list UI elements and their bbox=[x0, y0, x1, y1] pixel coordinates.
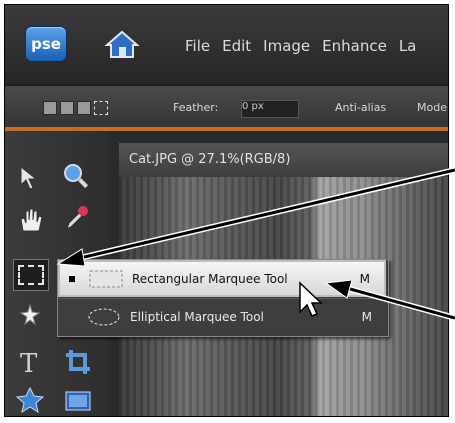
rectangular-marquee-icon[interactable] bbox=[13, 259, 49, 291]
type-icon[interactable]: T bbox=[17, 347, 47, 379]
shape-icon[interactable] bbox=[15, 385, 45, 415]
hand-icon[interactable] bbox=[15, 205, 45, 235]
screen-icon[interactable] bbox=[63, 387, 93, 416]
menu-image[interactable]: Image bbox=[263, 37, 310, 55]
eyedropper-icon[interactable] bbox=[61, 203, 91, 233]
elliptical-marquee-icon bbox=[86, 306, 122, 328]
home-icon[interactable] bbox=[104, 28, 140, 60]
main-menu: File Edit Image Enhance La bbox=[185, 37, 416, 55]
flyout-item-shortcut: M bbox=[361, 310, 372, 324]
new-selection-icon[interactable] bbox=[43, 101, 57, 115]
app-logo[interactable]: pse bbox=[26, 27, 66, 61]
menu-file[interactable]: File bbox=[185, 37, 210, 55]
svg-text:T: T bbox=[20, 349, 38, 377]
menu-enhance[interactable]: Enhance bbox=[322, 37, 387, 55]
marquee-flyout-menu: Rectangular Marquee Tool M Elliptical Ma… bbox=[57, 259, 389, 337]
flyout-item-label: Elliptical Marquee Tool bbox=[130, 310, 264, 324]
logo-text: pse bbox=[31, 35, 61, 53]
antialias-checkbox-label[interactable]: Anti-alias bbox=[335, 101, 386, 114]
feather-value: 0 px bbox=[242, 101, 264, 112]
mode-label[interactable]: Mode bbox=[417, 101, 447, 114]
add-selection-icon[interactable] bbox=[60, 101, 74, 115]
zoom-icon[interactable] bbox=[61, 161, 91, 191]
move-icon[interactable] bbox=[15, 163, 45, 193]
flyout-item-label: Rectangular Marquee Tool bbox=[132, 271, 288, 286]
subtract-selection-icon[interactable] bbox=[77, 101, 91, 115]
menu-layer[interactable]: La bbox=[399, 37, 417, 55]
feather-field[interactable]: 0 px bbox=[241, 100, 299, 118]
flyout-item-rectangular-marquee[interactable]: Rectangular Marquee Tool M bbox=[58, 260, 386, 297]
selection-mode-buttons bbox=[43, 101, 108, 115]
menu-bar: pse File Edit Image Enhance La bbox=[5, 5, 448, 85]
options-bar: Feather: 0 px Anti-alias Mode bbox=[5, 85, 448, 128]
magic-wand-icon[interactable] bbox=[15, 301, 45, 331]
menu-edit[interactable]: Edit bbox=[222, 37, 251, 55]
flyout-item-elliptical-marquee[interactable]: Elliptical Marquee Tool M bbox=[58, 298, 386, 335]
feather-label: Feather: bbox=[173, 101, 219, 114]
intersect-selection-icon[interactable] bbox=[94, 101, 108, 115]
screenshot-frame: pse File Edit Image Enhance La Feather: … bbox=[4, 4, 449, 417]
flyout-item-shortcut: M bbox=[359, 271, 370, 286]
crop-icon[interactable] bbox=[63, 347, 93, 377]
document-tab[interactable]: Cat.JPG @ 27.1%(RGB/8) bbox=[119, 143, 448, 177]
document-title: Cat.JPG @ 27.1%(RGB/8) bbox=[129, 152, 291, 167]
selected-indicator-icon bbox=[69, 275, 75, 282]
rectangular-marquee-icon bbox=[88, 268, 124, 290]
